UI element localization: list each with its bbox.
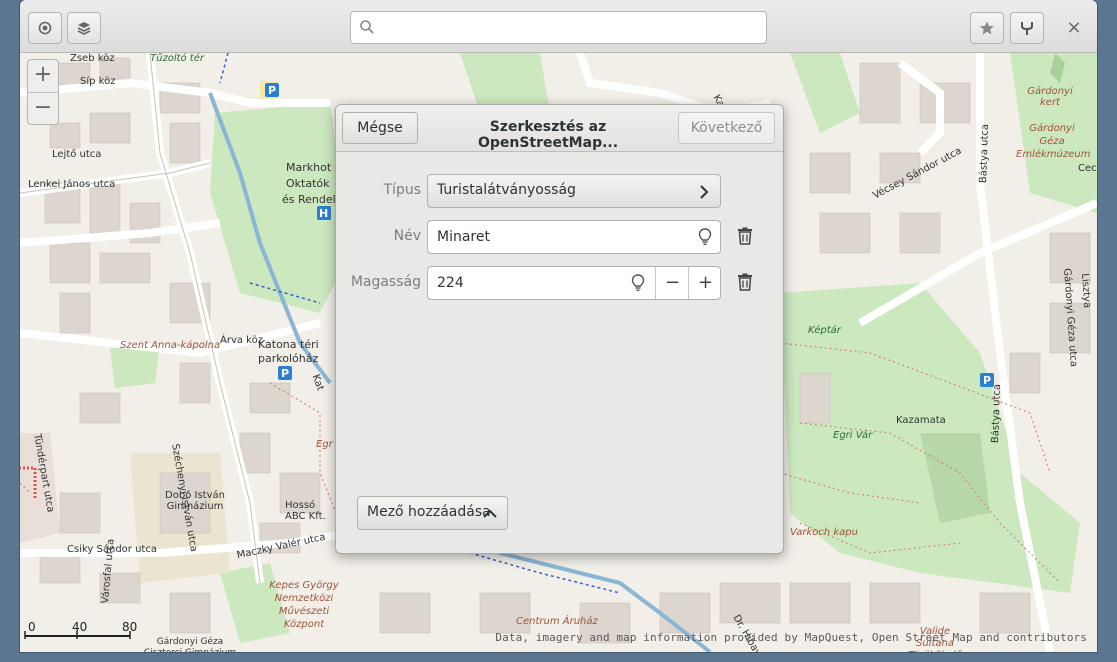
dialog-title: Szerkesztés az OpenStreetMap... <box>477 119 619 151</box>
route-icon <box>1021 22 1033 35</box>
location-button[interactable] <box>28 12 62 44</box>
svg-text:P: P <box>983 374 991 387</box>
search-icon <box>360 20 374 34</box>
close-icon: × <box>1066 17 1082 38</box>
name-field[interactable]: Minaret <box>427 220 721 254</box>
map-label: Cece <box>1078 163 1097 174</box>
scale-label-0: 0 <box>28 620 36 634</box>
add-field-button[interactable]: Mező hozzáadása <box>357 496 508 530</box>
zoom-in-button[interactable]: + <box>28 60 58 92</box>
location-icon <box>38 21 52 35</box>
svg-text:P: P <box>281 367 289 380</box>
chevron-right-icon <box>700 185 709 199</box>
map-label: Bástya utca <box>990 383 1004 444</box>
close-button[interactable]: × <box>1062 14 1086 42</box>
type-value: Turistalátványosság <box>437 182 576 198</box>
lightbulb-icon[interactable] <box>631 274 645 292</box>
map-label: Hossó ABC Kft. <box>285 500 326 522</box>
svg-text:P: P <box>268 84 276 97</box>
map-label: Varkoch kapu <box>790 527 858 538</box>
type-selector[interactable]: Turistalátványosság <box>427 174 721 208</box>
map-label: Lenkei János utca <box>28 179 116 190</box>
scale-label-40: 40 <box>72 620 88 634</box>
map-label: Zseb köz <box>70 53 115 64</box>
map-label: Képtár <box>808 325 841 336</box>
type-label: Típus <box>383 182 422 198</box>
map-label: Oktatók <box>286 177 330 190</box>
svg-text:H: H <box>319 207 328 220</box>
delete-name-icon[interactable] <box>737 227 753 245</box>
map-label: Gárdonyi Géza Ciszterci Gimnázium Szakkö… <box>144 637 236 652</box>
map-label: Tűzoltó tér <box>150 53 204 64</box>
name-label: Név <box>393 228 421 244</box>
delete-height-icon[interactable] <box>737 273 753 291</box>
map-label: Kazamata <box>896 415 946 426</box>
favorites-button[interactable] <box>970 12 1004 44</box>
chevron-up-icon <box>483 509 497 518</box>
scale-label-80: 80 <box>122 620 138 634</box>
header-bar: × <box>20 0 1097 53</box>
dialog-header: Mégse Szerkesztés az OpenStreetMap... Kö… <box>336 105 783 152</box>
add-field-label: Mező hozzáadása <box>367 504 491 520</box>
route-button[interactable] <box>1010 12 1044 44</box>
map-label: Kepes György Nemzetközi Művészeti Közpon… <box>269 580 339 630</box>
search-field[interactable] <box>350 11 767 44</box>
decrement-button[interactable]: − <box>655 267 689 299</box>
search-input[interactable] <box>381 16 755 40</box>
map-label: Gárdonyi Géza Emlékmúzeum <box>1016 123 1091 160</box>
map-label: és Rendel <box>282 193 336 206</box>
map-label: Árva köz <box>220 335 263 346</box>
star-icon <box>980 21 994 35</box>
map-label: Lisztya <box>1079 273 1093 309</box>
zoom-out-button[interactable]: − <box>28 92 58 125</box>
height-value: 224 <box>437 275 464 291</box>
map-label: Egri Vár <box>833 430 873 441</box>
lightbulb-icon[interactable] <box>698 228 712 246</box>
height-spinbutton[interactable]: 224 − + <box>427 266 721 300</box>
map-label: Dobó István Gimnázium <box>165 490 225 512</box>
map-label: Szent Anna-kápolna <box>120 340 221 351</box>
cancel-button[interactable]: Mégse <box>342 112 418 144</box>
map-label: Bástya utca <box>978 123 992 184</box>
map-label: Lejtő utca <box>52 149 102 160</box>
osm-edit-dialog: Mégse Szerkesztés az OpenStreetMap... Kö… <box>335 104 784 554</box>
map-label: Markhot F <box>286 161 341 174</box>
map-label: Gárdonyi kert <box>1027 86 1073 108</box>
map-label: parkolóház <box>258 352 319 365</box>
height-label: Magasság <box>350 274 421 290</box>
map-label: Centrum Áruház <box>516 616 598 627</box>
increment-button[interactable]: + <box>688 267 722 299</box>
name-value: Minaret <box>437 229 490 245</box>
zoom-control: + − <box>27 59 59 125</box>
next-button[interactable]: Következő <box>678 112 775 144</box>
layers-icon <box>77 22 91 35</box>
layers-button[interactable] <box>67 12 101 44</box>
map-label: Síp köz <box>80 76 116 87</box>
map-attribution: Data, imagery and map information provid… <box>495 631 1087 644</box>
map-label: Katona téri <box>258 338 319 351</box>
map-label: Egr <box>316 439 333 450</box>
